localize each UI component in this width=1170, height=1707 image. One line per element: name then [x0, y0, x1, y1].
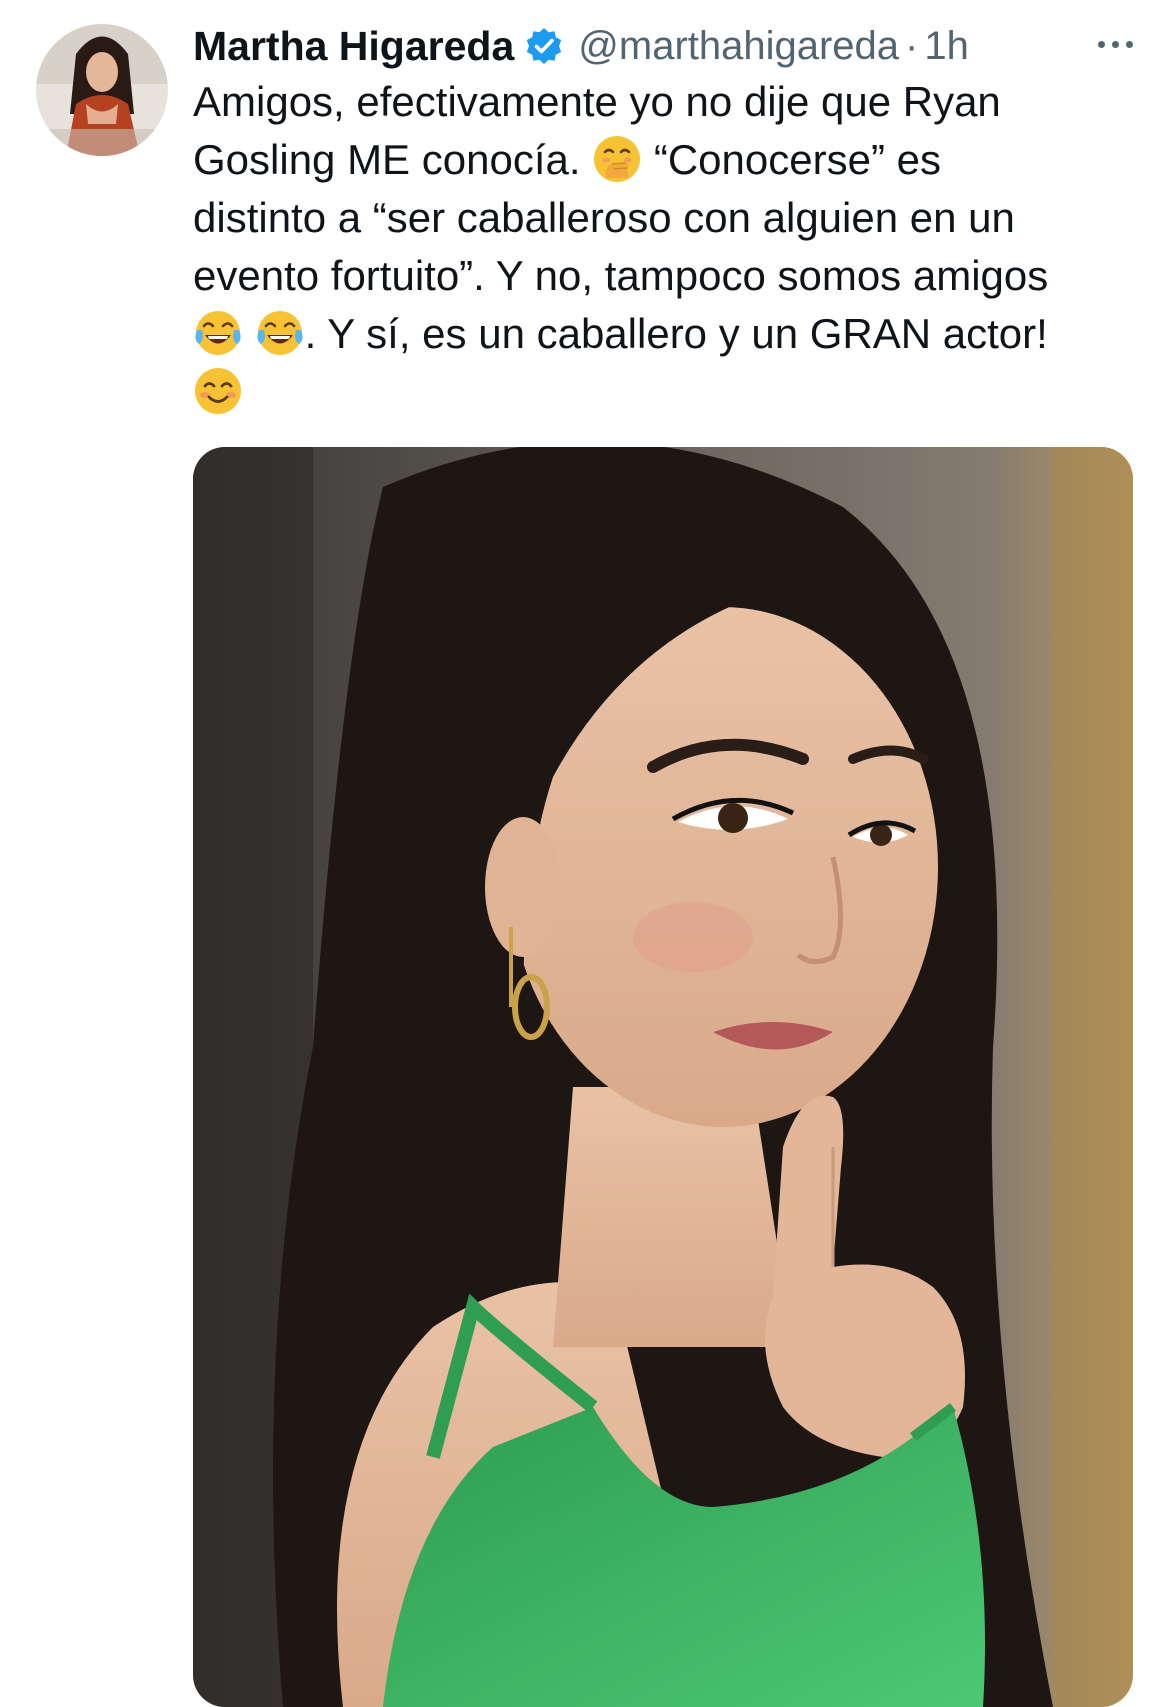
tweet-text-line: Amigos, efectivamente yo no dije que Rya… — [193, 78, 1001, 125]
tweet-text-line: Gosling ME conocía. “Conocerse” es — [193, 131, 1153, 189]
separator-dot: · — [905, 23, 919, 68]
more-horizontal-icon[interactable] — [1080, 22, 1150, 66]
tweet-text-fragment: “Conocerse” es — [653, 136, 941, 183]
tweet-photo[interactable] — [193, 447, 1133, 1707]
tweet-text: Amigos, efectivamente yo no dije que Rya… — [193, 73, 1153, 421]
avatar[interactable] — [36, 24, 168, 156]
face-with-tears-of-joy-icon — [255, 308, 305, 358]
tweet-text-fragment: Gosling ME conocía. — [193, 136, 581, 183]
face-with-hand-over-mouth-icon — [592, 134, 642, 184]
verified-badge-icon — [524, 26, 564, 66]
tweet-text-line: . Y sí, es un caballero y un GRAN actor! — [193, 305, 1153, 363]
timestamp[interactable]: 1h — [924, 24, 969, 69]
display-name[interactable]: Martha Higareda — [193, 23, 514, 70]
face-with-tears-of-joy-icon — [193, 308, 243, 358]
author-handle[interactable]: @marthahigareda — [578, 24, 899, 69]
tweet-text-line: evento fortuito”. Y no, tampoco somos am… — [193, 252, 1049, 299]
smiling-face-with-smiling-eyes-icon — [193, 366, 243, 416]
tweet-text-fragment: . Y sí, es un caballero y un GRAN actor! — [304, 310, 1048, 357]
tweet-text-line: distinto a “ser caballeroso con alguien … — [193, 194, 1015, 241]
tweet[interactable]: Martha Higareda @marthahigareda · 1h Ami… — [0, 0, 1170, 1707]
tweet-text-line — [193, 363, 1153, 421]
tweet-header: Martha Higareda @marthahigareda · 1h — [193, 18, 969, 74]
